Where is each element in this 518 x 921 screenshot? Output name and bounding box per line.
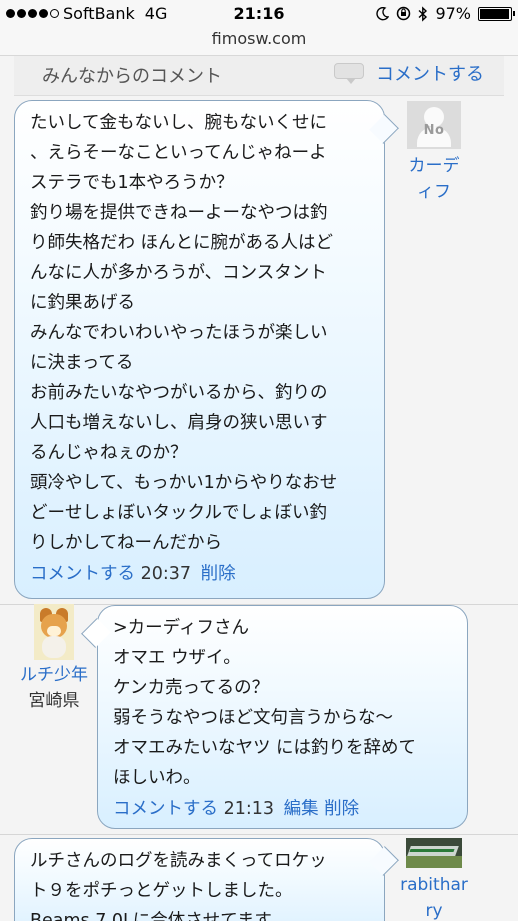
dog-avatar[interactable]: [34, 604, 74, 660]
comment-line: ルチさんのログを読みまくってロケッ: [30, 851, 327, 871]
comment-body: >カーディフさん オマエ ウザイ。 ケンカ売ってるの？ 弱そうなやつほど文句言う…: [113, 613, 453, 793]
comment-meta: コメントする 21:13 編集 削除: [113, 794, 453, 824]
comment-line: Beams 7.0Lに合体させてます: [30, 911, 272, 921]
comment-line: ケンカ売ってるの？: [113, 678, 270, 698]
rotation-lock-icon: [397, 6, 411, 21]
url-bar[interactable]: fimosw.com: [0, 26, 518, 56]
comment-line: ステラでも1本やろうか？: [30, 173, 234, 193]
no-image-avatar[interactable]: No img: [407, 101, 461, 149]
author-name-line: ry: [425, 901, 443, 921]
comment-line: お前みたいなやつがいるから、釣りの: [30, 383, 328, 403]
avatar-placeholder-text: No img: [423, 123, 445, 138]
comments-title: みんなからのコメント: [42, 66, 222, 87]
status-icons: 97%: [376, 4, 515, 23]
reply-button[interactable]: コメントする: [30, 564, 135, 584]
comment-line: たいして金もないし、腕もないくせに: [30, 113, 327, 133]
comment-line: ほしいわ。: [113, 768, 201, 788]
moon-icon: [376, 6, 390, 20]
speech-bubble-icon: [334, 63, 364, 84]
edit-button[interactable]: 編集: [284, 799, 319, 819]
delete-button[interactable]: 削除: [324, 799, 359, 819]
write-comment-button[interactable]: コメントする: [334, 60, 484, 86]
comment-line: に釣果あげる: [30, 293, 135, 313]
delete-button[interactable]: 削除: [201, 564, 236, 584]
comment-line: 頭冷やして、もっかい1からやりなおせ: [30, 473, 338, 493]
comment-time: 20:37: [140, 564, 192, 584]
comment-line: みんなでわいわいやったほうが楽しい: [30, 323, 328, 343]
write-comment-label: コメントする: [376, 64, 484, 85]
battery-icon: [478, 6, 515, 21]
comment-line: 弱そうなやつほど文句言うからな〜: [113, 708, 393, 728]
comment-line: ト９をポチっとゲットしました。: [30, 881, 293, 901]
author-prefecture: 宮崎県: [28, 691, 80, 711]
status-bar: SoftBank 4G 21:16 97%: [0, 0, 518, 26]
comment-line: るんじゃねぇのか？: [30, 443, 188, 463]
comment-line: り師失格だわ ほんとに腕がある人はど: [30, 233, 334, 253]
comment-line: オマエみたいなヤツ には釣りを辞めて: [113, 738, 417, 758]
comment-bubble: たいして金もないし、腕もないくせに 、えらそーなこといってんじゃねーよ ステラで…: [14, 100, 385, 599]
comment-meta: コメントする 20:37 削除: [30, 559, 370, 589]
comment-line: どーせしょぼいタックルでしょぼい釣: [30, 503, 327, 523]
comment-line: オマエ ウザイ。: [113, 648, 241, 668]
comment-body: ルチさんのログを読みまくってロケッ ト９をポチっとゲットしました。 Beams …: [30, 846, 370, 921]
comment-author: No img カーディフ: [394, 101, 474, 205]
comment-author: ルチ少年 宮崎県: [14, 604, 94, 714]
bluetooth-icon: [418, 5, 428, 22]
battery-percent: 97%: [435, 4, 471, 23]
comment-time: 21:13: [223, 799, 275, 819]
comment-body: たいして金もないし、腕もないくせに 、えらそーなこといってんじゃねーよ ステラで…: [30, 108, 370, 558]
comment-line: りしかしてねーんだから: [30, 533, 222, 553]
author-name-link[interactable]: rabithar ry: [394, 872, 474, 921]
comments-header: みんなからのコメント コメントする: [14, 56, 504, 96]
comment-line: 、えらそーなこといってんじゃねーよ: [30, 143, 327, 163]
comment-line: 釣り場を提供できねーよーなやつは釣: [30, 203, 328, 223]
author-name-link[interactable]: カーディフ: [406, 153, 462, 205]
train-avatar[interactable]: [406, 838, 462, 868]
comment-divider: [0, 834, 518, 835]
comment-author: rabithar ry: [394, 838, 474, 921]
author-name-link[interactable]: ルチ少年: [14, 662, 94, 688]
url-text: fimosw.com: [211, 29, 307, 48]
comment-line: に決まってる: [30, 353, 134, 373]
author-name-line: rabithar: [400, 875, 468, 895]
comment-line: んなに人が多かろうが、コンスタント: [30, 263, 327, 283]
comment-bubble: >カーディフさん オマエ ウザイ。 ケンカ売ってるの？ 弱そうなやつほど文句言う…: [97, 605, 468, 829]
comment-line: 人口も増えないし、肩身の狭い思いす: [30, 413, 328, 433]
comment-bubble: ルチさんのログを読みまくってロケッ ト９をポチっとゲットしました。 Beams …: [14, 838, 385, 921]
reply-button[interactable]: コメントする: [113, 799, 218, 819]
comment-line: >カーディフさん: [113, 618, 249, 638]
